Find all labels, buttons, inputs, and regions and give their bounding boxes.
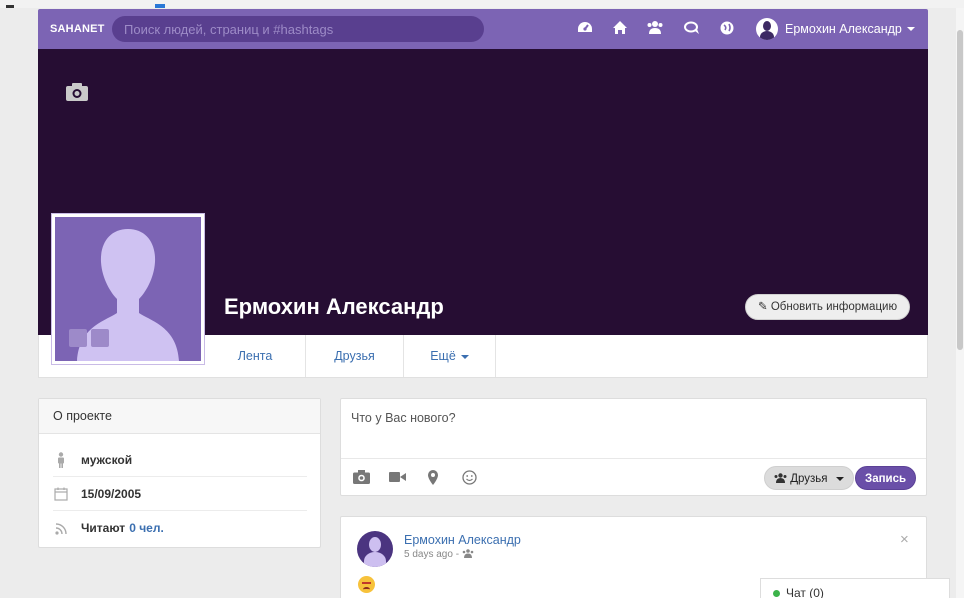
scrollbar-thumb[interactable] (957, 30, 963, 350)
camera-icon[interactable] (66, 83, 88, 101)
followers-row: Читают 0 чел. (53, 511, 307, 545)
post-author-avatar[interactable] (357, 531, 393, 567)
gender-value: мужской (81, 452, 133, 467)
avatar-camera-icon[interactable] (69, 329, 87, 347)
friends-visibility-icon (462, 549, 474, 558)
male-icon (53, 451, 69, 468)
video-icon[interactable] (388, 470, 406, 488)
brand-logo[interactable]: SAHANET (50, 9, 105, 49)
post-timestamp: 5 days ago - (404, 549, 474, 560)
avatar-trash-icon[interactable] (91, 329, 109, 347)
chevron-down-icon (835, 476, 844, 481)
profile-name: Ермохин Александр (224, 294, 444, 319)
update-info-button[interactable]: ✎ Обновить информацию (745, 294, 911, 320)
users-icon (774, 473, 790, 485)
angry-emoji-icon (358, 576, 375, 593)
chat-label: Чат (0) (786, 586, 824, 598)
about-title: О проекте (39, 399, 320, 434)
dashboard-icon[interactable] (576, 20, 594, 38)
location-icon[interactable] (424, 470, 442, 488)
chevron-down-icon (460, 354, 469, 359)
tab-friends-label: Друзья (334, 349, 375, 363)
post-time-text: 5 days ago - (404, 549, 460, 560)
update-info-label: Обновить информацию (770, 301, 898, 313)
tab-feed[interactable]: Лента (205, 335, 306, 377)
rss-icon (53, 520, 69, 536)
user-name: Ермохин Александр (785, 22, 902, 36)
user-avatar-icon (756, 18, 778, 40)
smiley-icon[interactable] (460, 470, 478, 488)
top-navbar: SAHANET Ермохин Александр (38, 9, 928, 49)
user-menu[interactable]: Ермохин Александр (756, 16, 915, 42)
birthdate-value: 15/09/2005 (81, 486, 142, 501)
home-icon[interactable] (611, 20, 629, 38)
strip-mark-blue (155, 4, 165, 8)
gender-row: мужской (53, 443, 307, 477)
globe-icon[interactable] (718, 20, 736, 38)
close-icon[interactable]: × (900, 531, 909, 548)
followers-link[interactable]: 0 чел. (129, 521, 164, 535)
post-composer: Что у Вас нового? Друзья Запись (340, 398, 927, 496)
tab-feed-label: Лента (237, 349, 273, 363)
audience-dropdown[interactable]: Друзья (764, 466, 854, 490)
status-textarea[interactable]: Что у Вас нового? (341, 399, 926, 459)
comments-icon[interactable] (683, 20, 701, 38)
page-scrollbar[interactable] (956, 8, 964, 598)
tab-more[interactable]: Ещё (404, 335, 496, 377)
chat-widget[interactable]: Чат (0) (760, 578, 950, 598)
post-author-name[interactable]: Ермохин Александр (404, 533, 521, 547)
browser-top-strip (0, 0, 964, 8)
avatar-tools (69, 329, 109, 347)
users-icon[interactable] (646, 20, 664, 38)
followers-label: Читают (81, 521, 126, 535)
tab-friends[interactable]: Друзья (306, 335, 404, 377)
pencil-icon: ✎ (758, 301, 768, 313)
online-status-icon (773, 590, 780, 598)
chevron-down-icon (906, 27, 915, 31)
calendar-icon (53, 486, 69, 502)
photo-icon[interactable] (352, 470, 370, 488)
strip-mark (6, 5, 14, 8)
audience-label: Друзья (790, 473, 828, 485)
post-button[interactable]: Запись (855, 466, 917, 490)
tab-more-label: Ещё (430, 349, 456, 363)
search-input[interactable] (112, 16, 484, 42)
profile-avatar[interactable] (52, 214, 204, 364)
birthdate-row: 15/09/2005 (53, 477, 307, 511)
about-panel: О проекте мужской 15/09/2005 Читают 0 че… (38, 398, 321, 548)
